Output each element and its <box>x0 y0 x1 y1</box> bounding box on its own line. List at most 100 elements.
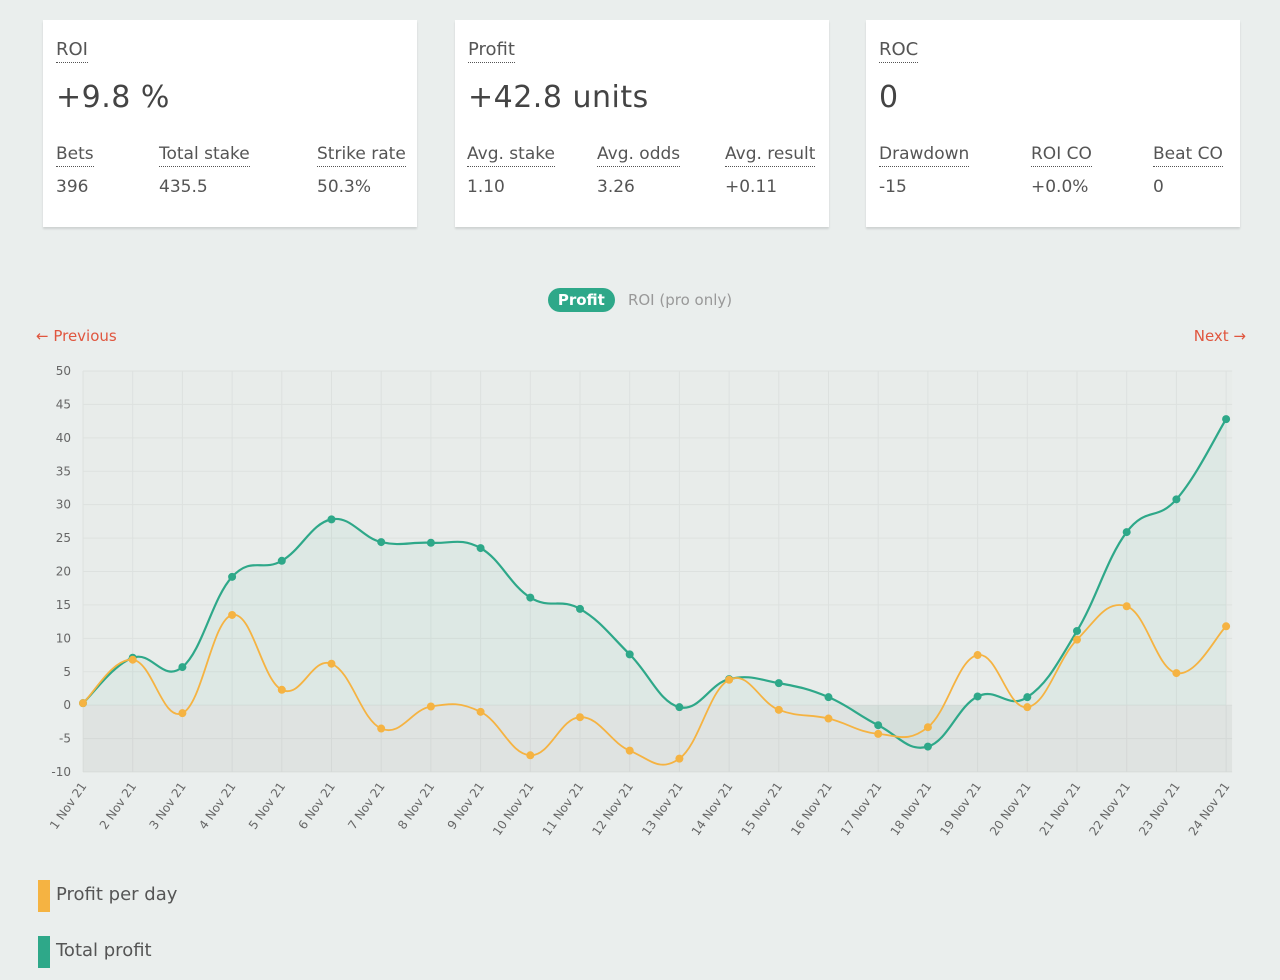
x-tick-label: 21 Nov 21 <box>1037 780 1084 838</box>
x-tick-label: 1 Nov 21 <box>47 780 89 832</box>
stat-label[interactable]: Avg. result <box>725 142 816 167</box>
profit-per-day-point <box>277 685 286 694</box>
stat-avg-result: Avg. result +0.11 <box>725 142 816 197</box>
x-tick-label: 20 Nov 21 <box>987 780 1034 838</box>
next-link[interactable]: Next → <box>1194 327 1246 345</box>
y-tick-label: 45 <box>56 397 71 411</box>
stat-label[interactable]: Avg. odds <box>597 142 681 167</box>
y-tick-label: 20 <box>56 565 71 579</box>
stat-value: +0.0% <box>1031 177 1089 197</box>
card-title[interactable]: Profit <box>468 38 515 63</box>
stat-drawdown: Drawdown -15 <box>879 142 970 197</box>
x-tick-label: 24 Nov 21 <box>1186 780 1233 838</box>
y-tick-label: 15 <box>56 598 71 612</box>
x-tick-label: 17 Nov 21 <box>838 780 885 838</box>
x-tick-label: 22 Nov 21 <box>1086 780 1133 838</box>
total-profit-point <box>327 515 336 524</box>
stat-bets: Bets 396 <box>56 142 94 197</box>
profit-per-day-point <box>79 699 87 708</box>
x-tick-label: 5 Nov 21 <box>246 780 288 832</box>
x-tick-label: 4 Nov 21 <box>196 780 238 832</box>
stat-value: 396 <box>56 177 89 197</box>
profit-per-day-point <box>725 675 734 684</box>
profit-per-day-point <box>327 659 336 668</box>
x-tick-label: 2 Nov 21 <box>97 780 139 832</box>
y-tick-label: -5 <box>59 732 71 746</box>
profit-card: Profit +42.8 units Avg. stake 1.10 Avg. … <box>455 20 829 227</box>
stat-strike-rate: Strike rate 50.3% <box>317 142 406 197</box>
total-profit-point <box>625 650 634 659</box>
profit-per-day-point <box>377 724 386 733</box>
x-tick-label: 8 Nov 21 <box>395 780 437 832</box>
total-profit-point <box>526 593 535 602</box>
stat-label[interactable]: Avg. stake <box>467 142 555 167</box>
y-tick-label: 10 <box>56 631 71 645</box>
total-profit-point <box>675 703 684 712</box>
profit-per-day-point <box>675 754 684 763</box>
total-profit-point <box>774 679 783 688</box>
x-tick-label: 18 Nov 21 <box>888 780 935 838</box>
x-tick-label: 14 Nov 21 <box>689 780 736 838</box>
x-tick-label: 11 Nov 21 <box>540 780 587 838</box>
stat-value: 0 <box>1153 177 1164 197</box>
card-title[interactable]: ROI <box>56 38 88 63</box>
x-tick-label: 16 Nov 21 <box>788 780 835 838</box>
total-profit-point <box>228 572 237 581</box>
y-tick-label: -10 <box>51 765 71 779</box>
stat-value: 3.26 <box>597 177 635 197</box>
x-tick-label: 10 Nov 21 <box>490 780 537 838</box>
total-profit-point <box>1222 415 1231 424</box>
stat-value: 1.10 <box>467 177 505 197</box>
profit-toggle-button[interactable]: Profit <box>547 288 615 312</box>
profit-per-day-point <box>923 723 932 732</box>
total-profit-point <box>1073 626 1081 635</box>
profit-chart: -10 -5 0 5 10 15 20 25 30 35 40 45 50 1 Nov 21 2 Nov 2… <box>47 364 1233 838</box>
x-tick-label: 15 Nov 21 <box>738 780 785 838</box>
profit-per-day-point <box>426 702 435 711</box>
legend-label: Total profit <box>56 940 152 961</box>
stat-avg-odds: Avg. odds 3.26 <box>597 142 681 197</box>
profit-per-day-point <box>1222 622 1231 631</box>
y-tick-label: 25 <box>56 531 71 545</box>
total-profit-point <box>178 663 187 672</box>
card-title[interactable]: ROC <box>879 38 919 63</box>
y-tick-label: 30 <box>56 498 71 512</box>
profit-per-day-point <box>625 746 634 755</box>
legend-swatch <box>38 880 50 912</box>
stat-label[interactable]: Drawdown <box>879 142 970 167</box>
total-profit-point <box>277 556 286 565</box>
stat-value: -15 <box>879 177 907 197</box>
stat-label[interactable]: Strike rate <box>317 142 406 167</box>
negative-area <box>83 705 1232 772</box>
x-tick-label: 3 Nov 21 <box>146 780 188 832</box>
total-profit-point <box>874 721 883 730</box>
x-tick-label: 6 Nov 21 <box>296 780 338 832</box>
profit-per-day-point <box>874 729 883 738</box>
total-profit-point <box>824 693 833 702</box>
previous-link[interactable]: ← Previous <box>36 327 117 345</box>
stat-roi-co: ROI CO +0.0% <box>1031 142 1092 197</box>
total-profit-point <box>426 538 435 547</box>
chart-mode-toggle: Profit ROI (pro only) <box>0 288 1280 312</box>
profit-per-day-point <box>228 610 237 619</box>
stat-label[interactable]: ROI CO <box>1031 142 1092 167</box>
roc-card: ROC 0 Drawdown -15 ROI CO +0.0% Beat CO … <box>866 20 1240 227</box>
profit-per-day-point <box>128 655 137 664</box>
card-value: +42.8 units <box>468 80 649 115</box>
stat-label[interactable]: Beat CO <box>1153 142 1223 167</box>
roi-toggle-button[interactable]: ROI (pro only) <box>628 291 732 309</box>
legend-swatch <box>38 936 50 968</box>
legend-label: Profit per day <box>56 884 178 905</box>
total-profit-point <box>476 544 485 553</box>
total-profit-point <box>1122 528 1131 537</box>
profit-per-day-point <box>526 751 535 760</box>
stat-value: 435.5 <box>159 177 208 197</box>
total-profit-point <box>1023 693 1032 702</box>
total-profit-point <box>576 604 584 613</box>
stat-label[interactable]: Bets <box>56 142 94 167</box>
total-profit-point <box>1172 495 1181 504</box>
y-tick-label: 40 <box>56 431 71 445</box>
card-value: 0 <box>879 80 899 115</box>
stat-label[interactable]: Total stake <box>159 142 250 167</box>
profit-per-day-point <box>824 714 833 723</box>
